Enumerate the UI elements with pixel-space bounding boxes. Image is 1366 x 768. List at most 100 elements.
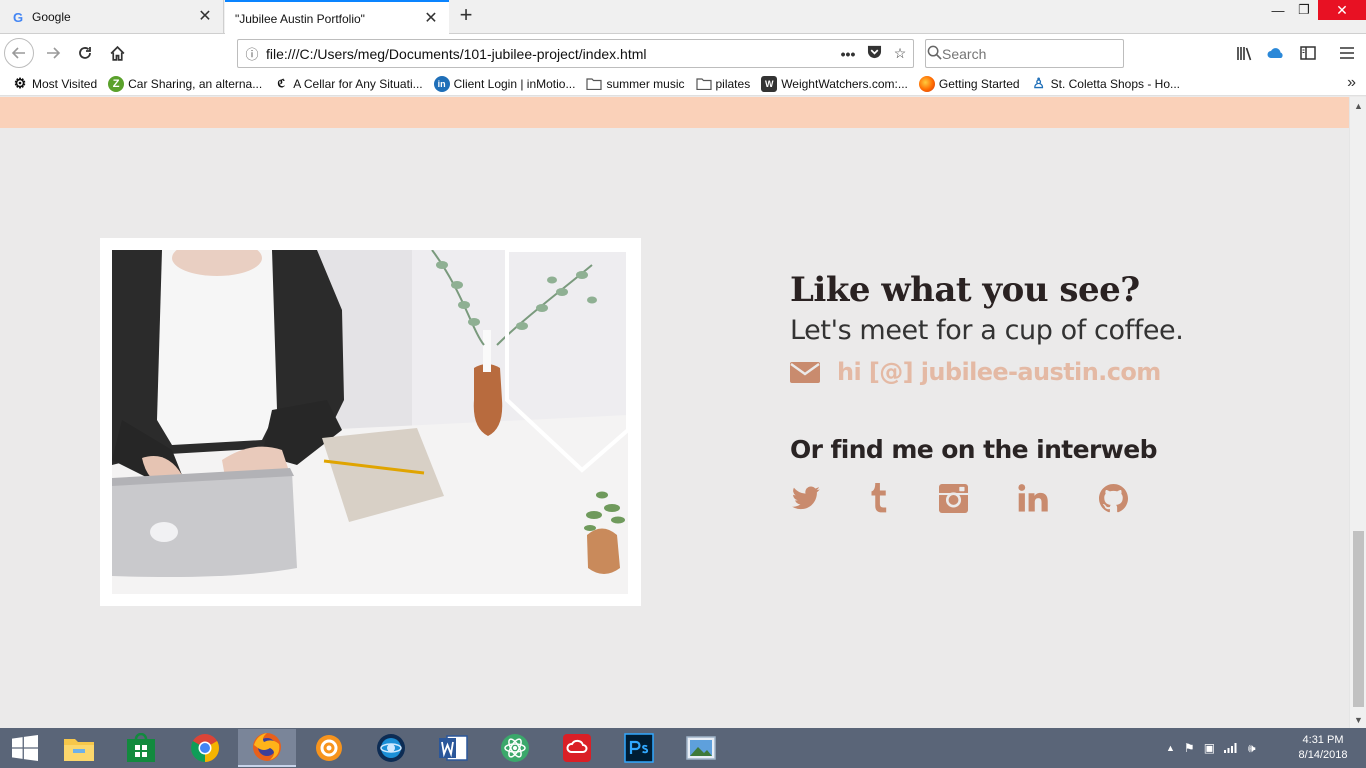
sidebar-icon[interactable] — [1293, 38, 1323, 68]
page-actions-icon[interactable]: ••• — [835, 46, 861, 62]
show-hidden-icons-chevron-icon[interactable]: ▲ — [1166, 743, 1175, 753]
system-tray: ▲ ⚑ ▣ 🕪 — [1166, 728, 1265, 768]
bookmark-label: Car Sharing, an alterna... — [128, 76, 263, 91]
minimize-button[interactable]: — — [1266, 0, 1290, 20]
bookmark-st-coletta[interactable]: ♙ St. Coletta Shops - Ho... — [1031, 75, 1180, 92]
url-input[interactable] — [266, 45, 835, 62]
photoshop-icon — [624, 733, 654, 763]
taskbar-firefox[interactable] — [238, 729, 296, 767]
tumblr-link[interactable] — [863, 482, 895, 514]
bookmark-most-visited[interactable]: ⚙ Most Visited — [12, 75, 98, 92]
creative-cloud-icon — [563, 734, 591, 762]
onedrive-icon[interactable] — [1261, 38, 1291, 68]
bookmark-label: WeightWatchers.com:... — [781, 76, 908, 91]
word-icon — [439, 735, 468, 761]
bookmark-client-login[interactable]: in Client Login | inMotio... — [433, 75, 575, 92]
navigation-toolbar: ⓘ ••• ☆ — [0, 34, 1366, 72]
taskbar-settings-app[interactable] — [300, 729, 358, 767]
new-tab-button[interactable]: + — [455, 4, 477, 27]
taskbar-atom[interactable] — [486, 729, 544, 767]
device-icon[interactable]: ▣ — [1204, 741, 1215, 755]
address-bar[interactable]: ⓘ ••• ☆ — [237, 39, 914, 68]
google-icon: G — [12, 9, 24, 25]
taskbar-clock[interactable]: 4:31 PM 8/14/2018 — [1288, 733, 1358, 763]
ww-icon: W — [761, 75, 778, 92]
bookmark-label: A Cellar for Any Situati... — [293, 76, 423, 91]
tab-google[interactable]: G Google ✕ — [0, 0, 224, 34]
bookmark-folder-summer-music[interactable]: summer music — [586, 76, 685, 92]
file-explorer-icon — [64, 739, 94, 761]
folder-icon — [695, 76, 712, 92]
taskbar-photos[interactable] — [672, 729, 730, 767]
store-icon — [127, 733, 155, 762]
start-button[interactable] — [0, 728, 50, 768]
clock-time: 4:31 PM — [1302, 734, 1344, 746]
firefox-icon — [253, 733, 281, 761]
network-signal-icon[interactable] — [1224, 741, 1239, 756]
taskbar-store[interactable] — [112, 729, 170, 767]
bookmark-getting-started[interactable]: Getting Started — [918, 75, 1020, 92]
linkedin-link[interactable] — [1017, 482, 1049, 514]
home-button[interactable] — [102, 38, 132, 68]
search-input[interactable] — [942, 45, 1123, 62]
github-icon — [1098, 483, 1128, 512]
folder-icon — [586, 76, 603, 92]
forward-button[interactable] — [38, 38, 68, 68]
bookmarks-toolbar: ⚙ Most Visited Z Car Sharing, an alterna… — [0, 72, 1366, 96]
action-center-flag-icon[interactable]: ⚑ — [1184, 741, 1195, 755]
close-tab-icon[interactable]: ✕ — [423, 10, 439, 27]
wine-icon: ℭ — [277, 77, 286, 90]
twitter-icon — [791, 485, 820, 509]
site-info-icon[interactable]: ⓘ — [238, 44, 266, 63]
close-tab-icon[interactable]: ✕ — [197, 9, 213, 25]
bookmark-label: Most Visited — [32, 76, 98, 91]
reload-button[interactable] — [70, 38, 100, 68]
person-icon: ♙ — [1032, 75, 1045, 91]
workspace-photo — [112, 250, 628, 594]
contact-heading: Like what you see? — [790, 270, 1140, 310]
scroll-down-arrow-icon[interactable]: ▼ — [1350, 711, 1366, 728]
menu-hamburger-icon[interactable] — [1332, 38, 1362, 68]
tab-jubilee-portfolio[interactable]: "Jubilee Austin Portfolio" ✕ — [225, 0, 449, 35]
pocket-icon[interactable] — [861, 45, 887, 62]
instagram-link[interactable] — [937, 482, 969, 514]
taskbar-word[interactable] — [424, 729, 482, 767]
search-icon — [926, 45, 942, 63]
restore-button[interactable]: ❐ — [1292, 0, 1316, 20]
volume-speaker-icon[interactable]: 🕪 — [1248, 741, 1256, 756]
forward-arrow-icon — [47, 47, 61, 59]
contact-subheading: Let's meet for a cup of coffee. — [790, 315, 1184, 346]
scroll-up-arrow-icon[interactable]: ▲ — [1350, 97, 1366, 114]
header-band — [0, 97, 1349, 128]
tab-title: "Jubilee Austin Portfolio" — [235, 11, 365, 26]
twitter-link[interactable] — [790, 482, 822, 514]
bookmark-weightwatchers[interactable]: W WeightWatchers.com:... — [761, 75, 908, 92]
close-window-button[interactable]: ✕ — [1318, 0, 1366, 20]
bookmark-folder-pilates[interactable]: pilates — [695, 76, 750, 92]
back-arrow-icon — [11, 47, 25, 59]
search-box[interactable] — [925, 39, 1124, 68]
taskbar-globe-app[interactable] — [362, 729, 420, 767]
settings-app-icon — [316, 735, 342, 761]
github-link[interactable] — [1097, 482, 1129, 514]
linkedin-icon — [1018, 484, 1048, 512]
photo-frame — [100, 238, 641, 606]
reload-icon — [79, 47, 91, 59]
taskbar-photoshop[interactable] — [610, 729, 668, 767]
social-heading: Or find me on the interweb — [790, 435, 1157, 464]
bookmark-cellar[interactable]: ℭ A Cellar for Any Situati... — [273, 76, 422, 92]
scrollbar-thumb[interactable] — [1353, 531, 1364, 707]
bookmark-car-sharing[interactable]: Z Car Sharing, an alterna... — [108, 75, 263, 92]
taskbar-chrome[interactable] — [176, 729, 234, 767]
taskbar-creative-cloud[interactable] — [548, 729, 606, 767]
firefox-icon — [918, 75, 935, 92]
email-link[interactable]: hi [@] jubilee-austin.com — [790, 357, 1310, 387]
back-button[interactable] — [4, 38, 34, 68]
library-icon[interactable] — [1229, 38, 1259, 68]
bookmark-label: Getting Started — [938, 76, 1020, 91]
more-bookmarks-chevron-icon[interactable]: » — [1347, 74, 1356, 92]
bookmark-star-icon[interactable]: ☆ — [887, 45, 913, 62]
vertical-scrollbar[interactable]: ▲ ▼ — [1349, 97, 1366, 728]
photos-icon — [686, 736, 716, 760]
taskbar-file-explorer[interactable] — [50, 729, 108, 767]
